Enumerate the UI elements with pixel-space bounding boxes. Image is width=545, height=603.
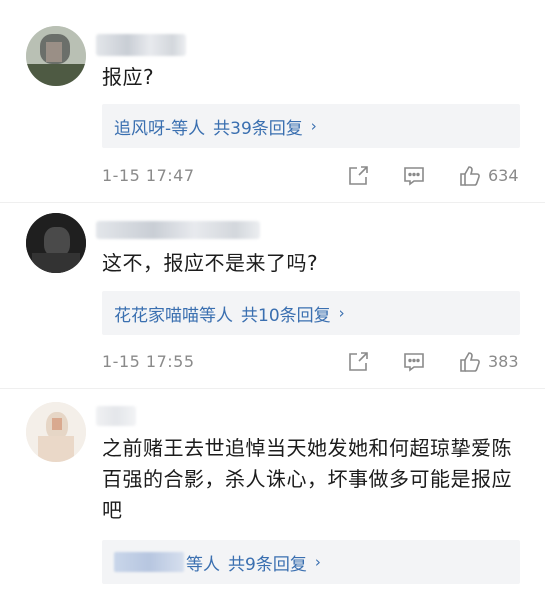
reply-etc: 等人 [186, 554, 220, 575]
username-blurred[interactable] [96, 34, 186, 56]
timestamp: 1-15 17:47 [102, 166, 195, 185]
thumbs-up-icon[interactable] [458, 350, 482, 374]
comment-meta: 1-15 17:47 634 [102, 164, 522, 188]
reply-users-blurred [114, 552, 184, 572]
reply-summary[interactable]: 花花家喵喵 等人 共10条回复 › [102, 291, 520, 335]
comment-meta: 1-15 17:55 383 [102, 350, 522, 374]
comment-text: 这不，报应不是来了吗? [102, 251, 319, 275]
reply-count: 共39条回复 [213, 118, 303, 139]
avatar[interactable] [26, 26, 86, 86]
share-icon[interactable] [346, 164, 370, 188]
reply-etc: 等人 [171, 118, 206, 139]
thumbs-up-icon[interactable] [458, 164, 482, 188]
divider [0, 388, 545, 389]
comment-icon[interactable] [402, 350, 426, 374]
avatar[interactable] [26, 402, 86, 462]
like-count: 634 [488, 166, 519, 185]
chevron-right-icon: › [310, 117, 317, 135]
reply-count: 共9条回复 [228, 554, 307, 575]
username-blurred[interactable] [96, 406, 136, 426]
username-blurred[interactable] [96, 221, 260, 239]
reply-summary[interactable]: 追风呀- 等人 共39条回复 › [102, 104, 520, 148]
reply-summary[interactable]: 等人 共9条回复 › [102, 540, 520, 584]
timestamp: 1-15 17:55 [102, 352, 195, 371]
avatar[interactable] [26, 213, 86, 273]
next-meta-partial [340, 596, 500, 603]
comment-text: 之前赌王去世追悼当天她发她和何超琼挚爱陈百强的合影，杀人诛心，坏事做多可能是报应… [102, 436, 512, 522]
chevron-right-icon: › [338, 304, 345, 322]
share-icon[interactable] [346, 350, 370, 374]
divider [0, 202, 545, 203]
reply-users: 花花家喵喵 [114, 305, 199, 326]
comment-text: 报应? [102, 65, 155, 89]
reply-etc: 等人 [199, 305, 233, 326]
reply-users: 追风呀- [114, 118, 172, 139]
like-count: 383 [488, 352, 519, 371]
comment-icon[interactable] [402, 164, 426, 188]
chevron-right-icon: › [314, 553, 321, 571]
reply-count: 共10条回复 [241, 305, 331, 326]
